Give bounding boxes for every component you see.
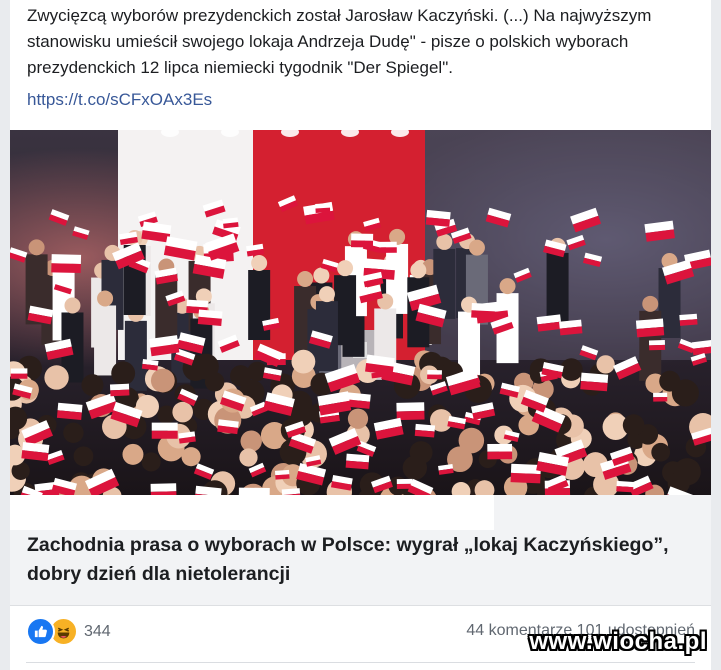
post-text: Zwycięzcą wyborów prezydenckich został J… xyxy=(27,6,652,77)
post-link[interactable]: https://t.co/sCFxOAx3Es xyxy=(27,90,212,110)
divider xyxy=(26,662,695,663)
link-title[interactable]: Zachodnia prasa o wyborach w Polsce: wyg… xyxy=(27,531,687,589)
link-preview-card[interactable]: Zachodnia prasa o wyborach w Polsce: wyg… xyxy=(10,495,711,606)
link-domain-strip xyxy=(10,495,494,530)
reaction-count: 344 xyxy=(84,622,111,640)
election-crowd-photo xyxy=(10,130,711,495)
reactions-summary[interactable]: 344 xyxy=(26,617,111,646)
like-icon xyxy=(26,617,55,646)
post-photo[interactable]: i xyxy=(10,130,711,495)
site-watermark: www.wiocha.pl xyxy=(529,628,707,655)
facebook-post: Zwycięzcą wyborów prezydenckich został J… xyxy=(10,0,711,670)
